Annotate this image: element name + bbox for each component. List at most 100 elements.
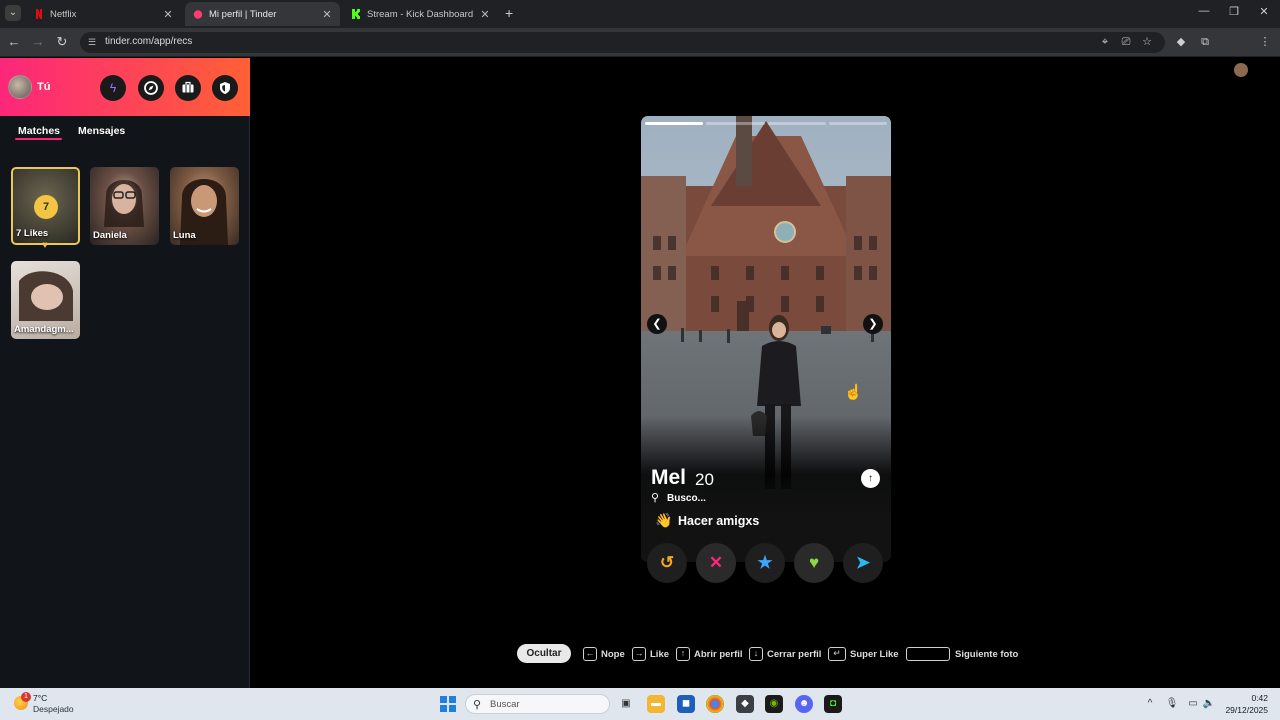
file-explorer-icon[interactable]: ▬ bbox=[647, 695, 665, 713]
weather-temperature[interactable]: 7°C bbox=[33, 693, 47, 703]
close-icon[interactable]: ✕ bbox=[161, 8, 175, 21]
tab-tinder[interactable]: Mi perfil | Tinder ✕ bbox=[185, 2, 340, 26]
sidebar-header: Tú ϟ bbox=[0, 58, 250, 116]
relationship-goal: Hacer amigxs bbox=[678, 514, 760, 528]
url-omnibox[interactable]: ☰ tinder.com/app/recs bbox=[80, 32, 1165, 53]
heart-icon: ♥ bbox=[808, 553, 820, 572]
tab-title: Netflix bbox=[50, 8, 77, 20]
volume-icon[interactable]: 🔈 bbox=[1202, 698, 1216, 709]
open-profile-icon[interactable]: ↑ bbox=[861, 469, 880, 488]
clock-date[interactable]: 29/12/2025 bbox=[1222, 705, 1268, 715]
avatar[interactable] bbox=[8, 75, 32, 99]
hint-close-profile: Cerrar perfil bbox=[767, 649, 822, 660]
search-icon: ⚲ bbox=[651, 492, 660, 504]
right-arrow-key-icon: → bbox=[632, 647, 646, 661]
photo-progress-segment[interactable] bbox=[828, 122, 887, 125]
explore-icon[interactable] bbox=[138, 75, 164, 101]
tab-kick[interactable]: Stream - Kick Dashboard ✕ bbox=[343, 2, 498, 26]
netflix-favicon-icon bbox=[34, 9, 44, 19]
kick-app-icon[interactable]: ◘ bbox=[824, 695, 842, 713]
likes-label: 7 Likes bbox=[16, 228, 49, 239]
task-view-icon[interactable]: ▣ bbox=[617, 695, 635, 713]
menu-dots-icon[interactable]: ⋮ bbox=[1258, 35, 1272, 49]
chrome-icon[interactable] bbox=[706, 695, 724, 713]
likes-count-badge: 7 bbox=[34, 195, 58, 219]
nope-button[interactable]: ✕ bbox=[696, 543, 736, 583]
boost-icon[interactable]: ϟ bbox=[100, 75, 126, 101]
taskbar-search-input[interactable]: ⚲ Buscar bbox=[465, 694, 610, 714]
next-photo-icon[interactable]: ❯ bbox=[863, 314, 883, 334]
previous-photo-icon[interactable]: ❮ bbox=[647, 314, 667, 334]
close-icon[interactable]: ✕ bbox=[320, 8, 334, 21]
tab-matches[interactable]: Matches bbox=[18, 125, 60, 137]
photo-progress-segment[interactable] bbox=[645, 122, 704, 125]
discord-icon[interactable]: ☻ bbox=[795, 695, 813, 713]
url-text[interactable]: tinder.com/app/recs bbox=[105, 36, 192, 47]
gold-heart-icon: ♥ bbox=[42, 240, 48, 251]
looking-for-label: Busco... bbox=[667, 493, 706, 504]
network-icon[interactable]: ▭ bbox=[1186, 698, 1200, 709]
nvidia-icon[interactable]: ◉ bbox=[765, 695, 783, 713]
profile-card[interactable]: ❮ ❯ Mel 20 ↑ ⚲ Busco... 👋 Hacer amigxs bbox=[641, 116, 891, 562]
shield-icon[interactable] bbox=[212, 75, 238, 101]
minimize-icon[interactable]: — bbox=[1195, 5, 1213, 17]
back-icon[interactable]: ← bbox=[6, 34, 22, 50]
super-like-button[interactable]: ★ bbox=[745, 543, 785, 583]
close-icon: ✕ bbox=[708, 553, 724, 572]
app-cube-icon[interactable]: ◆ bbox=[736, 695, 754, 713]
address-toolbar: ← → ↻ ☰ tinder.com/app/recs ⌖ ⎚ ☆ ◆ ⧉ ⋮ bbox=[0, 28, 1280, 77]
hint-super-like: Super Like bbox=[850, 649, 899, 660]
send-icon: ➤ bbox=[855, 553, 871, 572]
match-card[interactable]: Daniela bbox=[90, 167, 159, 245]
kick-favicon-icon bbox=[351, 9, 361, 19]
weather-description[interactable]: Despejado bbox=[33, 704, 74, 714]
new-tab-icon[interactable]: + bbox=[505, 5, 513, 21]
store-icon[interactable]: ◼ bbox=[677, 695, 695, 713]
match-name: Amandagm... bbox=[14, 324, 74, 335]
like-button[interactable]: ♥ bbox=[794, 543, 834, 583]
location-icon[interactable]: ⌖ bbox=[1098, 35, 1112, 49]
enter-key-icon: ↵ bbox=[828, 647, 846, 661]
site-info-icon[interactable]: ☰ bbox=[88, 37, 98, 47]
chevron-up-icon[interactable]: ^ bbox=[1143, 698, 1157, 709]
briefcase-icon[interactable] bbox=[175, 75, 201, 101]
hide-hints-button[interactable]: Ocultar bbox=[517, 644, 571, 663]
puzzle-icon[interactable]: ⧉ bbox=[1198, 35, 1212, 49]
bookmark-star-icon[interactable]: ☆ bbox=[1140, 35, 1154, 49]
photo-progress-segment[interactable] bbox=[767, 122, 826, 125]
extension-icon[interactable]: ◆ bbox=[1174, 35, 1188, 49]
reload-icon[interactable]: ↻ bbox=[54, 34, 70, 50]
restore-icon[interactable]: ❐ bbox=[1225, 5, 1243, 18]
profile-label[interactable]: Tú bbox=[37, 81, 50, 93]
tab-search-icon[interactable]: ⌄ bbox=[5, 5, 21, 21]
windows-taskbar: 1 7°C Despejado ⚲ Buscar ▣ ▬ ◼ ◆ ◉ ☻ ◘ ^… bbox=[0, 688, 1280, 720]
photo-progress-indicator bbox=[645, 122, 887, 125]
forward-icon[interactable]: → bbox=[30, 34, 46, 50]
match-card[interactable]: Luna bbox=[170, 167, 239, 245]
window-close-icon[interactable]: ✕ bbox=[1255, 5, 1273, 18]
browser-profile-avatar[interactable] bbox=[1234, 63, 1248, 77]
microphone-icon[interactable]: 🎙 bbox=[1165, 698, 1179, 709]
match-name: Luna bbox=[173, 230, 196, 241]
close-icon[interactable]: ✕ bbox=[478, 8, 492, 21]
rewind-button[interactable]: ↺ bbox=[647, 543, 687, 583]
photo-progress-segment[interactable] bbox=[706, 122, 765, 125]
down-arrow-key-icon: ↓ bbox=[749, 647, 763, 661]
match-card[interactable]: Amandagm... bbox=[11, 261, 80, 339]
start-icon[interactable] bbox=[440, 696, 456, 712]
cast-icon[interactable]: ⎚ bbox=[1119, 35, 1133, 49]
search-placeholder: Buscar bbox=[490, 699, 520, 710]
tab-netflix[interactable]: Netflix ✕ bbox=[26, 2, 181, 26]
waving-hand-icon: 👋 bbox=[655, 512, 673, 528]
clock-time[interactable]: 0:42 bbox=[1240, 693, 1268, 703]
tab-mensajes[interactable]: Mensajes bbox=[78, 125, 125, 137]
tinder-sidebar: Tú ϟ Matches Mensajes 7 7 Likes ♥ Daniel… bbox=[0, 58, 250, 688]
hint-nope: Nope bbox=[601, 649, 625, 660]
profile-name: Mel bbox=[651, 466, 687, 489]
tab-title: Stream - Kick Dashboard bbox=[367, 8, 474, 20]
tinder-favicon-icon bbox=[193, 9, 203, 19]
hint-open-profile: Abrir perfil bbox=[694, 649, 743, 660]
likes-card[interactable]: 7 7 Likes bbox=[11, 167, 80, 245]
boost-button[interactable]: ➤ bbox=[843, 543, 883, 583]
tab-title: Mi perfil | Tinder bbox=[209, 8, 277, 20]
